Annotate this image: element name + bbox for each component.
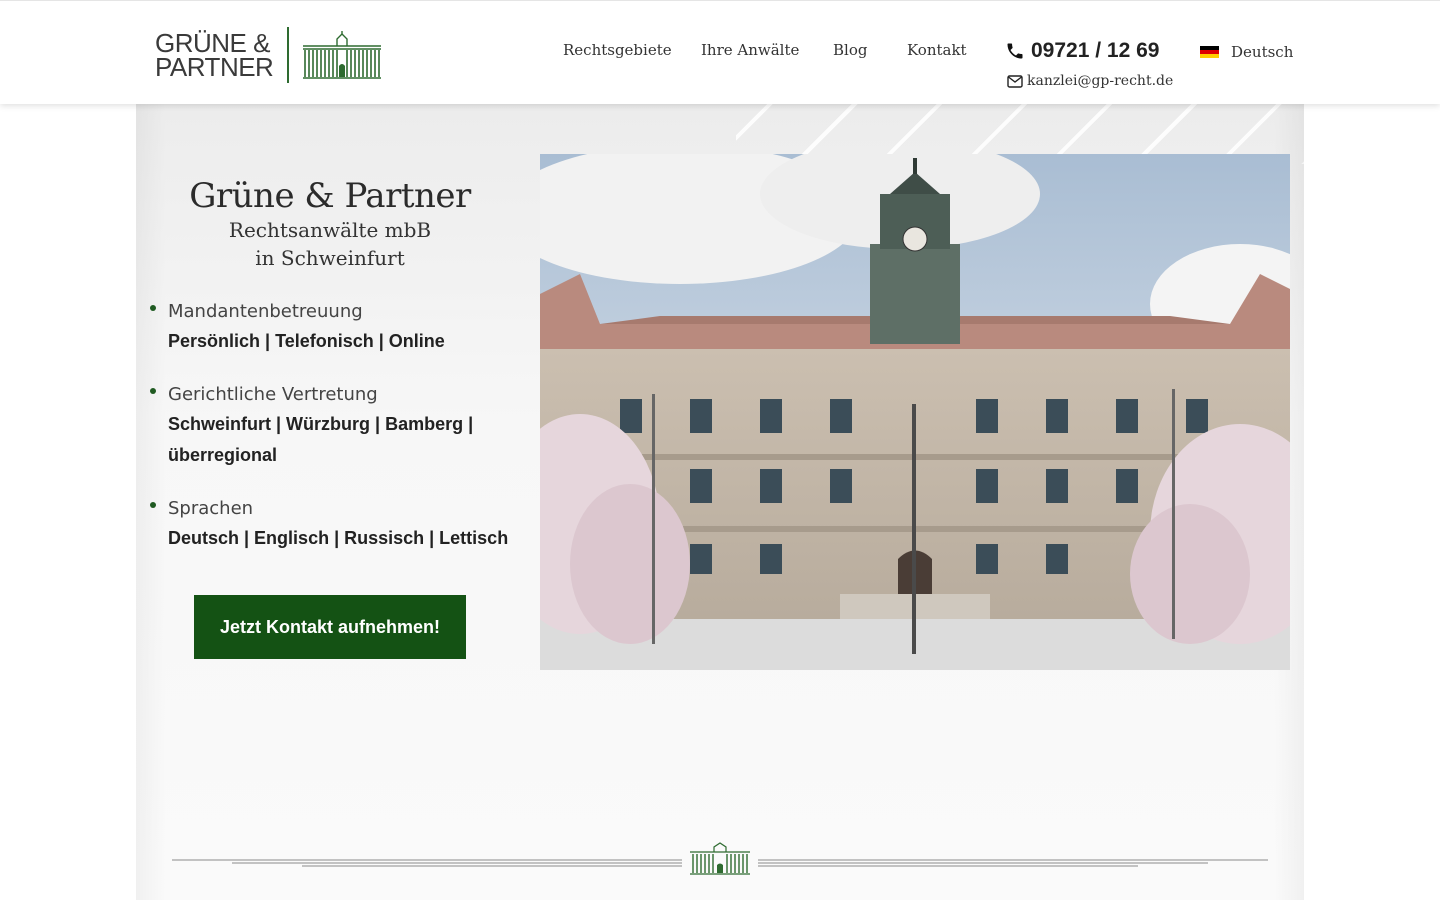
courthouse-logo-icon (303, 31, 381, 79)
feature-title: Gerichtliche Vertretung (168, 384, 378, 405)
nav-item-kontakt[interactable]: Kontakt (907, 41, 967, 59)
logo[interactable]: GRÜNE & PARTNER (155, 25, 387, 85)
divider-courthouse-icon (690, 842, 750, 875)
courthouse-image (540, 154, 1290, 670)
site-header: GRÜNE & PARTNER Rechtsgebiete Ihre Anwäl… (0, 0, 1440, 104)
logo-wordmark: GRÜNE & PARTNER (155, 30, 279, 82)
logo-line-2: PARTNER (155, 52, 274, 82)
email-address: kanzlei@gp-recht.de (1027, 73, 1174, 89)
german-flag-icon (1200, 45, 1219, 59)
hero-intro: Grüne & Partner Rechtsanwälte mbB in Sch… (136, 176, 524, 272)
nav-item-ihre-anwaelte[interactable]: Ihre Anwälte (701, 41, 799, 59)
list-item: Sprachen Deutsch | Englisch | Russisch |… (150, 495, 530, 554)
bullet-dot (150, 502, 156, 508)
logo-divider (287, 27, 289, 83)
language-switcher[interactable]: Deutsch (1200, 43, 1293, 61)
language-label: Deutsch (1231, 43, 1294, 61)
phone-icon (1007, 43, 1023, 59)
feature-title: Mandantenbetreuung (168, 301, 363, 322)
hero-subtitle-2: in Schweinfurt (255, 246, 405, 270)
hero-title: Grüne & Partner (189, 176, 471, 216)
nav-item-blog[interactable]: Blog (833, 41, 867, 59)
feature-title: Sprachen (168, 498, 254, 519)
bullet-dot (150, 388, 156, 394)
envelope-icon (1007, 74, 1023, 88)
feature-text: Schweinfurt | Würzburg | Bamberg | überr… (168, 414, 474, 465)
courthouse-photo (540, 154, 1290, 670)
phone-link[interactable]: 09721 / 12 69 (1005, 39, 1159, 63)
feature-text: Deutsch | Englisch | Russisch | Lettisch (168, 528, 509, 548)
list-item: Mandantenbetreuung Persönlich | Telefoni… (150, 298, 530, 357)
nav-item-rechtsgebiete[interactable]: Rechtsgebiete (563, 41, 672, 59)
list-item: Gerichtliche Vertretung Schweinfurt | Wü… (150, 381, 530, 471)
feature-text: Persönlich | Telefonisch | Online (168, 331, 445, 351)
contact-cta-button[interactable]: Jetzt Kontakt aufnehmen! (194, 595, 466, 659)
email-link[interactable]: kanzlei@gp-recht.de (1007, 73, 1173, 89)
feature-list: Mandantenbetreuung Persönlich | Telefoni… (150, 298, 530, 578)
hero-subtitle-1: Rechtsanwälte mbB (228, 218, 432, 242)
phone-number: 09721 / 12 69 (1031, 39, 1160, 62)
section-divider (172, 842, 1268, 875)
bullet-dot (150, 305, 156, 311)
